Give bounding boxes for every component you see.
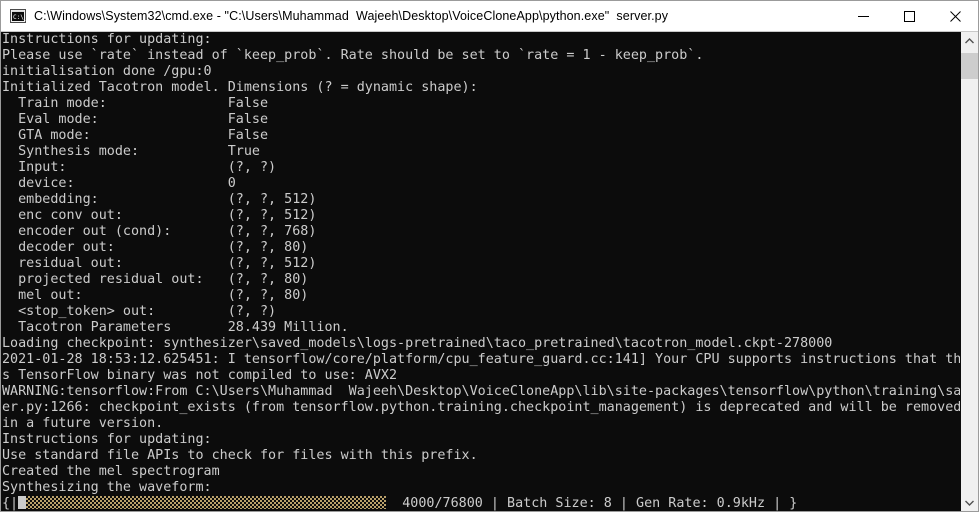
progress-bar-remaining [26,496,387,509]
window-controls [840,1,978,31]
cmd-window: C:\_ C:\Windows\System32\cmd.exe - "C:\U… [0,0,979,512]
terminal-line: Use standard file APIs to check for file… [2,448,478,463]
scrollbar-track[interactable] [961,49,978,494]
terminal-line: Initialized Tacotron model. Dimensions (… [2,80,478,95]
terminal-line: embedding: (?, ?, 512) [2,192,317,207]
progress-bar-filled [18,496,27,509]
terminal-line: WARNING:tensorflow:From C:\Users\Muhamma… [2,384,960,399]
cmd-console-icon: C:\_ [10,8,28,24]
minimize-icon [857,15,869,17]
svg-text:C:\_: C:\_ [13,14,26,21]
progress-bar-stats: 4000/76800 | Batch Size: 8 | Gen Rate: 0… [386,496,798,511]
terminal-output[interactable]: Instructions for updating: Please use `ra… [1,32,960,511]
terminal-line: residual out: (?, ?, 512) [2,256,317,271]
terminal-line: encoder out (cond): (?, ?, 768) [2,224,317,239]
terminal-line: decoder out: (?, ?, 80) [2,240,309,255]
terminal-line: device: 0 [2,176,236,191]
terminal-line: GTA mode: False [2,128,269,143]
terminal-line: Instructions for updating: [2,32,212,47]
terminal-line: initialisation done /gpu:0 [2,64,212,79]
vertical-scrollbar[interactable] [960,32,978,511]
terminal-line: <stop_token> out: (?, ?) [2,304,277,319]
maximize-button[interactable] [886,1,932,31]
terminal-line: Synthesizing the waveform: [2,480,212,495]
console-area: Instructions for updating: Please use `ra… [1,32,978,511]
terminal-line: enc conv out: (?, ?, 512) [2,208,317,223]
terminal-line: 2021-01-28 18:53:12.625451: I tensorflow… [2,352,960,367]
scroll-up-arrow[interactable] [961,32,978,49]
terminal-line: Tacotron Parameters 28.439 Million. [2,320,349,335]
title-bar[interactable]: C:\_ C:\Windows\System32\cmd.exe - "C:\U… [1,1,978,32]
terminal-line: Loading checkpoint: synthesizer\saved_mo… [2,336,833,351]
terminal-line: Eval mode: False [2,112,269,127]
terminal-line: mel out: (?, ?, 80) [2,288,309,303]
terminal-line: projected residual out: (?, ?, 80) [2,272,309,287]
close-icon [949,10,961,22]
minimize-button[interactable] [840,1,886,31]
terminal-line: Instructions for updating: [2,432,212,447]
terminal-line: Input: (?, ?) [2,160,277,175]
scrollbar-thumb[interactable] [961,53,978,79]
terminal-line: s TensorFlow binary was not compiled to … [2,368,398,383]
terminal-line: er.py:1266: checkpoint_exists (from tens… [2,400,960,415]
window-title: C:\Windows\System32\cmd.exe - "C:\Users\… [34,9,669,23]
terminal-line: Train mode: False [2,96,269,111]
scroll-down-arrow[interactable] [961,494,978,511]
maximize-icon [903,10,915,22]
terminal-line: Synthesis mode: True [2,144,260,159]
progress-bar-prefix: {| [2,496,19,511]
terminal-line: Created the mel spectrogram [2,464,220,479]
close-button[interactable] [932,1,978,31]
progress-bar-line: {| 4000/76800 | Batch Size: 8 | Gen Rate… [1,496,960,511]
terminal-line: in a future version. [2,416,164,431]
terminal-line: Please use `rate` instead of `keep_prob`… [2,48,704,63]
